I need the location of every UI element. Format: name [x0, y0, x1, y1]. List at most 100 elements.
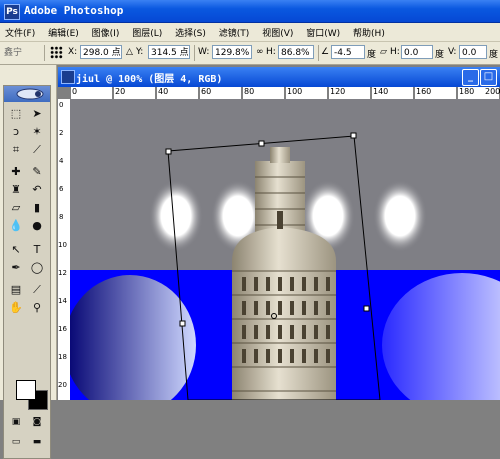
ruler-v-tick: 12: [58, 269, 67, 277]
feather-logo-icon: [16, 88, 44, 100]
ruler-h-tick: 40: [158, 87, 169, 96]
w-field[interactable]: 129.8%: [212, 45, 252, 59]
history-brush-icon[interactable]: ↶: [28, 182, 46, 198]
eyedropper-icon[interactable]: ⟋: [28, 282, 46, 298]
angle-unit: 度: [367, 50, 377, 60]
hskew-field[interactable]: 0.0: [401, 45, 433, 59]
hskew-unit: 度: [435, 50, 445, 60]
pen-icon[interactable]: ✒: [7, 260, 25, 276]
app-titlebar: Ps Adobe Photoshop: [0, 0, 500, 23]
blur-icon[interactable]: 💧: [7, 218, 25, 234]
menu-filter[interactable]: 滤镜(T): [214, 23, 255, 41]
ruler-v-tick: 6: [59, 185, 64, 193]
menu-select[interactable]: 选择(S): [170, 23, 211, 41]
menu-image[interactable]: 图像(I): [87, 23, 125, 41]
link-icon[interactable]: ∞: [256, 47, 264, 57]
canvas-artwork: [70, 99, 500, 400]
divider: [44, 45, 45, 61]
skew-icon: ▱: [380, 47, 387, 57]
notes-icon[interactable]: ▤: [7, 282, 25, 298]
ruler-h-tick: 120: [330, 87, 346, 96]
ruler-v-tick: 20: [58, 381, 67, 389]
ruler-h-tick: 140: [373, 87, 389, 96]
document-titlebar[interactable]: jiul @ 100% (图层 4, RGB) _ □: [58, 67, 500, 87]
slice-icon[interactable]: ⟋: [28, 142, 46, 158]
glow-spot: [373, 180, 427, 252]
magic-wand-icon[interactable]: ✶: [28, 124, 46, 140]
vskew-label: V:: [448, 47, 457, 57]
lasso-icon[interactable]: ↄ: [7, 124, 25, 140]
h-field[interactable]: 86.8%: [278, 45, 314, 59]
y-field[interactable]: 314.5 点: [148, 45, 190, 59]
ruler-h-tick: 160: [416, 87, 432, 96]
eraser-icon[interactable]: ▱: [7, 200, 25, 216]
document-icon: [61, 70, 75, 84]
angle-field[interactable]: -4.5: [331, 45, 365, 59]
x-field[interactable]: 298.0 点: [80, 45, 122, 59]
ruler-v-tick: 4: [59, 157, 64, 165]
maximize-button[interactable]: □: [480, 69, 497, 86]
options-bar: 鑫宁 X: 298.0 点 △ Y: 314.5 点 W: 129.8% ∞ H…: [0, 42, 500, 65]
ruler-h-tick: 0: [72, 87, 78, 96]
canvas[interactable]: [70, 99, 500, 400]
menu-file[interactable]: 文件(F): [0, 23, 40, 41]
hand-icon[interactable]: ✋: [7, 300, 25, 316]
ruler-h-tick: 180: [459, 87, 475, 96]
foreground-color-swatch[interactable]: [16, 380, 36, 400]
menu-view[interactable]: 视图(V): [257, 23, 298, 41]
ruler-v-tick: 14: [58, 297, 67, 305]
menu-window[interactable]: 窗口(W): [301, 23, 345, 41]
menu-layer[interactable]: 图层(L): [127, 23, 167, 41]
shape-icon[interactable]: ◯: [28, 260, 46, 276]
quickmask-mode-icon[interactable]: ◙: [28, 414, 46, 430]
gradient-icon[interactable]: ▮: [28, 200, 46, 216]
reference-point-grid[interactable]: [50, 46, 63, 59]
stamp-icon[interactable]: ♜: [7, 182, 25, 198]
vskew-field[interactable]: 0.0: [459, 45, 487, 59]
menu-bar: 文件(F) 编辑(E) 图像(I) 图层(L) 选择(S) 滤镜(T) 视图(V…: [0, 23, 500, 42]
move-icon[interactable]: ➤: [28, 106, 46, 122]
divider: [318, 45, 319, 61]
app-title: Adobe Photoshop: [24, 4, 124, 17]
screen-mode-icon[interactable]: ▭: [7, 434, 25, 450]
menu-edit[interactable]: 编辑(E): [43, 23, 84, 41]
angle-icon: ∠: [321, 47, 330, 57]
horizontal-ruler-ticks: [69, 87, 500, 99]
marquee-icon[interactable]: ⬚: [7, 106, 25, 122]
ruler-h-tick: 100: [287, 87, 303, 96]
h-label: H:: [266, 47, 276, 57]
standard-mode-icon[interactable]: ▣: [7, 414, 25, 430]
dodge-icon[interactable]: ●: [28, 218, 46, 234]
document-window: jiul @ 100% (图层 4, RGB) _ □ 0 20 40 60 8…: [58, 67, 500, 400]
minimize-button[interactable]: _: [462, 69, 479, 86]
document-title: jiul @ 100% (图层 4, RGB): [76, 74, 223, 85]
menu-help[interactable]: 帮助(H): [348, 23, 390, 41]
zoom-icon[interactable]: ⚲: [28, 300, 46, 316]
ruler-v-tick: 2: [59, 129, 64, 137]
fullscreen-mode-icon[interactable]: ▬: [28, 434, 46, 450]
type-icon[interactable]: T: [28, 242, 46, 258]
y-label: Y:: [136, 47, 144, 57]
w-label: W:: [198, 47, 210, 57]
x-label: X:: [68, 47, 78, 57]
toolbox: ⬚ ➤ ↄ ✶ ⌗ ⟋ ✚ ✎ ♜ ↶ ▱ ▮ 💧 ● ↖ T ✒ ◯ ▤ ⟋ …: [3, 85, 51, 459]
ruler-v-tick: 10: [58, 241, 67, 249]
toolbox-header[interactable]: [4, 86, 50, 102]
healing-icon[interactable]: ✚: [7, 164, 25, 180]
divider: [194, 45, 195, 61]
ruler-h-tick: 200: [485, 87, 500, 96]
triangle-icon: △: [126, 47, 133, 57]
crop-icon[interactable]: ⌗: [7, 142, 25, 158]
path-select-icon[interactable]: ↖: [7, 242, 25, 258]
tool-preset-label[interactable]: 鑫宁: [4, 45, 34, 61]
ruler-h-tick: 80: [244, 87, 255, 96]
photoshop-icon: Ps: [4, 4, 20, 20]
ruler-v-tick: 18: [58, 353, 67, 361]
ruler-h-tick: 60: [201, 87, 212, 96]
brush-icon[interactable]: ✎: [28, 164, 46, 180]
hskew-label: H:: [390, 47, 400, 57]
left-panel: ⬚ ➤ ↄ ✶ ⌗ ⟋ ✚ ✎ ♜ ↶ ▱ ▮ 💧 ● ↖ T ✒ ◯ ▤ ⟋ …: [0, 65, 57, 459]
ruler-v-tick: 0: [59, 101, 64, 109]
vskew-unit: 度: [489, 50, 499, 60]
ruler-v-tick: 16: [58, 325, 67, 333]
